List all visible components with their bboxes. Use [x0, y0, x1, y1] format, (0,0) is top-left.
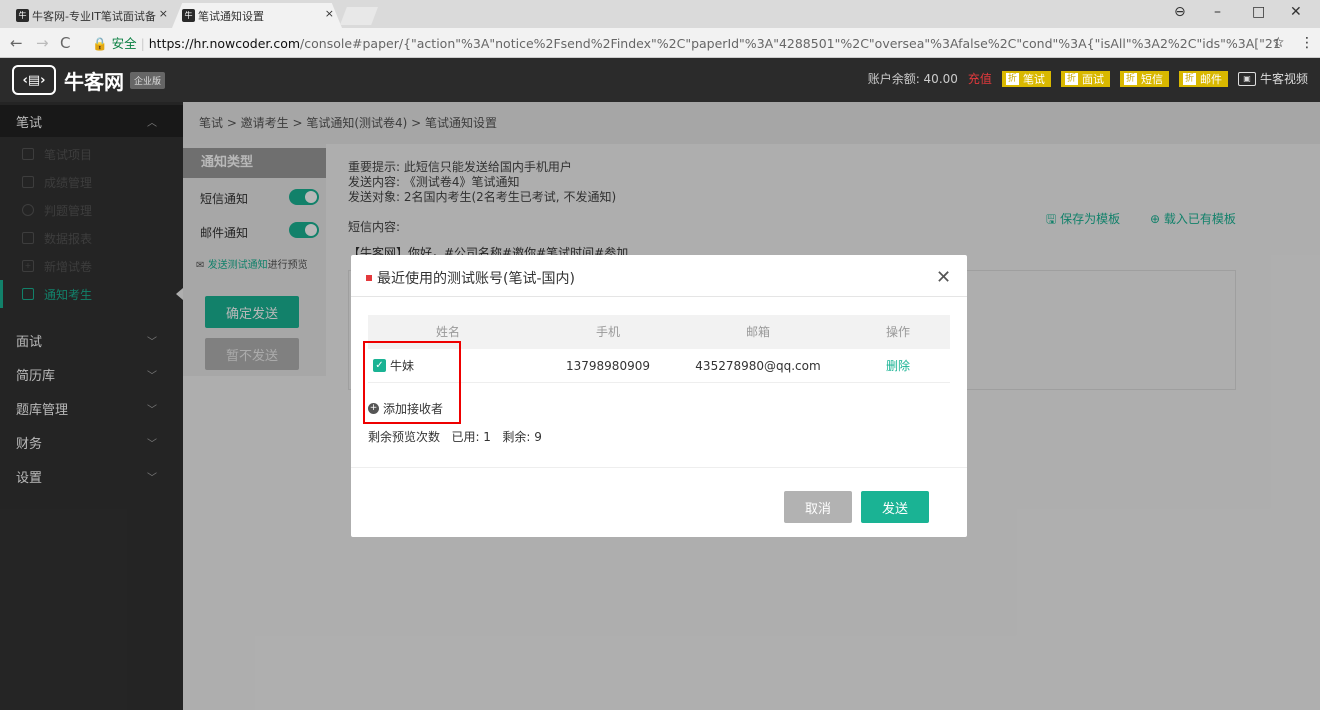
logo-text: 牛客网: [64, 69, 124, 94]
tab-title: 牛客网-专业IT笔试面试备: [32, 9, 156, 23]
tag-label: 面试: [1081, 72, 1104, 86]
tag-label: 短信: [1140, 72, 1163, 86]
tag-label: 笔试: [1022, 72, 1045, 86]
logo[interactable]: ‹▤› 牛客网 企业版: [12, 64, 166, 96]
cancel-button[interactable]: 取消: [784, 491, 852, 523]
browser-tab-active[interactable]: 牛 笔试通知设置 ×: [172, 3, 342, 28]
tab-title: 笔试通知设置: [198, 9, 264, 23]
col-action: 操作: [885, 325, 910, 339]
col-email: 邮箱: [745, 325, 770, 339]
browser-tab[interactable]: 牛 牛客网-专业IT笔试面试备 ×: [6, 3, 176, 28]
discount-icon: 折: [1005, 72, 1019, 85]
enterprise-badge: 企业版: [130, 71, 166, 89]
bookmark-star-icon[interactable]: ☆: [1272, 35, 1285, 51]
receiver-phone: 13798980909: [566, 359, 650, 373]
send-button[interactable]: 发送: [861, 491, 929, 523]
charge-link[interactable]: 充值: [968, 70, 992, 87]
minimize-icon[interactable]: –: [1214, 4, 1221, 20]
modal-title-text: 最近使用的测试账号(笔试-国内): [377, 271, 575, 287]
close-tab-icon[interactable]: ×: [325, 7, 334, 20]
highlight-box: [363, 341, 461, 424]
maximize-icon[interactable]: □: [1252, 4, 1265, 20]
secure-label: 安全: [111, 36, 137, 51]
url-field[interactable]: 🔒 安全 | https://hr.nowcoder.com/console#p…: [92, 33, 1282, 52]
col-phone: 手机: [595, 325, 620, 339]
delete-link[interactable]: 删除: [868, 349, 928, 383]
modal-title: 最近使用的测试账号(笔试-国内): [366, 268, 575, 288]
discount-icon: 折: [1182, 72, 1196, 85]
header-right: 账户余额: 40.00 充值 折笔试 折面试 折短信 折邮件 ▣ 牛客视频: [868, 70, 1308, 87]
window-close-icon[interactable]: ✕: [1290, 4, 1302, 20]
sms-discount-tag[interactable]: 折短信: [1119, 70, 1169, 87]
email-discount-tag[interactable]: 折邮件: [1178, 70, 1228, 87]
menu-icon[interactable]: ⋮: [1300, 35, 1314, 51]
nowcoder-favicon-icon: 牛: [182, 9, 195, 22]
account-balance: 账户余额: 40.00: [867, 72, 958, 86]
video-label: 牛客视频: [1259, 72, 1308, 86]
profile-icon[interactable]: ⊖: [1174, 4, 1186, 20]
title-marker-icon: [366, 275, 372, 281]
tag-label: 邮件: [1199, 72, 1222, 86]
modal-close-icon[interactable]: ✕: [936, 267, 951, 288]
url-path: /console#paper/{"action"%3A"notice%2Fsen…: [300, 36, 1282, 51]
reload-icon[interactable]: C: [60, 34, 70, 52]
receiver-email: 435278980@qq.com: [695, 359, 821, 373]
discount-icon: 折: [1064, 72, 1078, 85]
back-icon[interactable]: ←: [10, 34, 23, 52]
divider: [351, 296, 967, 297]
lock-icon: 🔒: [92, 36, 108, 51]
video-icon: ▣: [1237, 71, 1256, 86]
exam-discount-tag[interactable]: 折笔试: [1001, 70, 1051, 87]
discount-icon: 折: [1123, 72, 1137, 85]
nowcoder-logo-icon: ‹▤›: [12, 65, 56, 95]
forward-icon[interactable]: →: [36, 34, 49, 52]
remaining-preview-count: 剩余预览次数 已用: 1 剩余: 9: [368, 430, 542, 444]
interview-discount-tag[interactable]: 折面试: [1060, 70, 1110, 87]
url-host: https://hr.nowcoder.com: [148, 36, 301, 51]
divider: [351, 467, 967, 468]
video-link[interactable]: ▣ 牛客视频: [1237, 70, 1308, 87]
nowcoder-favicon-icon: 牛: [16, 9, 29, 22]
